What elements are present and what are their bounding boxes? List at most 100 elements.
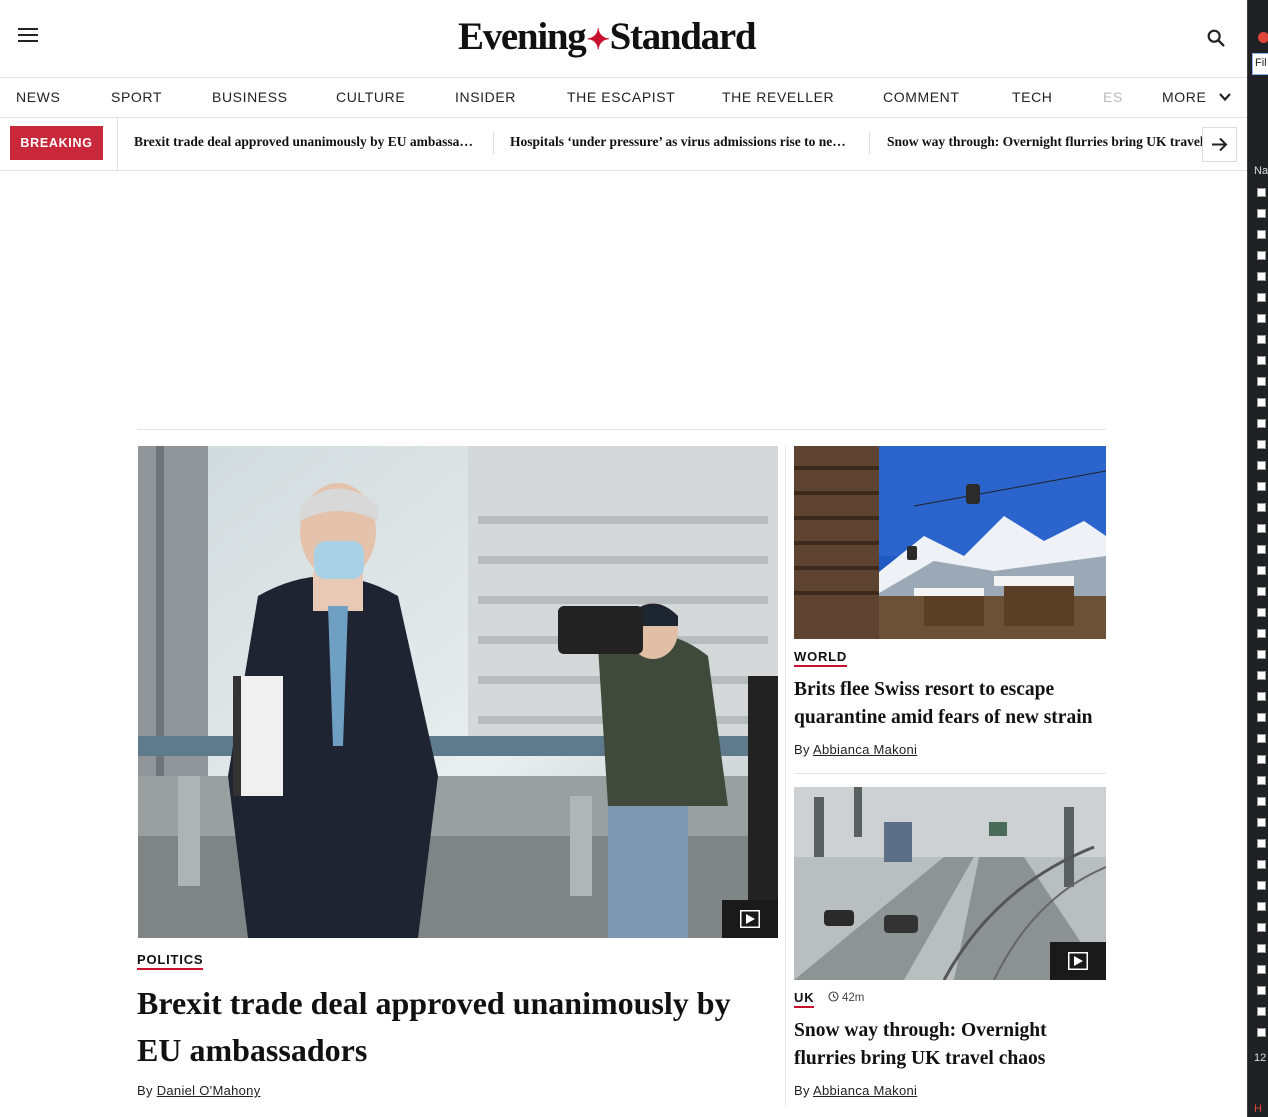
request-row[interactable] bbox=[1257, 713, 1266, 722]
section-nav: NEWS SPORT BUSINESS CULTURE INSIDER THE … bbox=[0, 78, 1247, 118]
nav-item-culture[interactable]: CULTURE bbox=[336, 89, 405, 105]
side-story-byline: By Abbianca Makoni bbox=[794, 1083, 917, 1098]
ticker-item[interactable]: Snow way through: Overnight flurries bri… bbox=[887, 134, 1202, 150]
nav-more-button[interactable]: MORE bbox=[1162, 89, 1206, 105]
nav-item-the-escapist[interactable]: THE ESCAPIST bbox=[567, 89, 675, 105]
video-play-icon[interactable] bbox=[722, 900, 778, 938]
search-icon[interactable] bbox=[1205, 27, 1227, 49]
side-story-section-label[interactable]: UK bbox=[794, 990, 815, 1008]
request-row[interactable] bbox=[1257, 797, 1266, 806]
request-row[interactable] bbox=[1257, 839, 1266, 848]
request-row[interactable] bbox=[1257, 734, 1266, 743]
request-row[interactable] bbox=[1257, 503, 1266, 512]
site-logo[interactable]: Evening✦Standard bbox=[458, 14, 757, 59]
request-row[interactable] bbox=[1257, 356, 1266, 365]
request-row[interactable] bbox=[1257, 188, 1266, 197]
request-row[interactable] bbox=[1257, 881, 1266, 890]
request-row[interactable] bbox=[1257, 692, 1266, 701]
request-row[interactable] bbox=[1257, 461, 1266, 470]
author-link[interactable]: Abbianca Makoni bbox=[813, 1083, 917, 1098]
ticker-divider bbox=[869, 132, 870, 154]
request-row[interactable] bbox=[1257, 209, 1266, 218]
nav-item-news[interactable]: NEWS bbox=[16, 89, 60, 105]
author-link[interactable]: Daniel O'Mahony bbox=[157, 1083, 261, 1098]
record-icon[interactable] bbox=[1258, 32, 1268, 43]
request-row[interactable] bbox=[1257, 608, 1266, 617]
video-play-icon[interactable] bbox=[1050, 942, 1106, 980]
ticker-divider bbox=[493, 132, 494, 154]
request-row[interactable] bbox=[1257, 671, 1266, 680]
side-story-headline[interactable]: Snow way through: Overnight flurries bri… bbox=[794, 1017, 1106, 1073]
side-story-section-label[interactable]: WORLD bbox=[794, 649, 848, 667]
request-row[interactable] bbox=[1257, 314, 1266, 323]
side-story-image[interactable] bbox=[794, 446, 1106, 639]
timestamp: 42m bbox=[828, 991, 864, 1004]
devtools-name-column: Na bbox=[1254, 165, 1268, 177]
request-row[interactable] bbox=[1257, 944, 1266, 953]
lead-story-image[interactable] bbox=[138, 446, 778, 938]
request-row[interactable] bbox=[1257, 251, 1266, 260]
request-row[interactable] bbox=[1257, 335, 1266, 344]
request-row[interactable] bbox=[1257, 986, 1266, 995]
request-row[interactable] bbox=[1257, 1007, 1266, 1016]
request-row[interactable] bbox=[1257, 650, 1266, 659]
lead-byline: By Daniel O'Mahony bbox=[137, 1083, 261, 1098]
request-row[interactable] bbox=[1257, 398, 1266, 407]
request-row[interactable] bbox=[1257, 587, 1266, 596]
request-row[interactable] bbox=[1257, 566, 1266, 575]
logo-text-left: Evening bbox=[458, 15, 587, 58]
logo-eros-icon: ✦ bbox=[586, 25, 609, 56]
chevron-down-icon[interactable] bbox=[1218, 90, 1232, 104]
story-divider bbox=[794, 773, 1106, 774]
side-story-byline: By Abbianca Makoni bbox=[794, 742, 917, 757]
breaking-badge: BREAKING bbox=[10, 126, 103, 160]
nav-item-es[interactable]: ES bbox=[1103, 89, 1123, 105]
lead-headline[interactable]: Brexit trade deal approved unanimously b… bbox=[137, 980, 777, 1074]
filter-text: Fil bbox=[1255, 57, 1267, 69]
ticker-item[interactable]: Brexit trade deal approved unanimously b… bbox=[134, 134, 477, 150]
request-row[interactable] bbox=[1257, 629, 1266, 638]
request-row[interactable] bbox=[1257, 902, 1266, 911]
nav-item-sport[interactable]: SPORT bbox=[111, 89, 162, 105]
nav-item-comment[interactable]: COMMENT bbox=[883, 89, 960, 105]
byline-prefix: By bbox=[794, 1083, 810, 1098]
request-row[interactable] bbox=[1257, 965, 1266, 974]
time-ago: 42m bbox=[842, 992, 865, 1004]
request-row[interactable] bbox=[1257, 482, 1266, 491]
request-row[interactable] bbox=[1257, 440, 1266, 449]
side-story-headline[interactable]: Brits flee Swiss resort to escape quaran… bbox=[794, 676, 1106, 732]
site-header: Evening✦Standard bbox=[0, 0, 1247, 78]
nav-item-tech[interactable]: TECH bbox=[1012, 89, 1053, 105]
request-row[interactable] bbox=[1257, 860, 1266, 869]
clock-icon bbox=[828, 991, 839, 1002]
request-row[interactable] bbox=[1257, 545, 1266, 554]
request-row[interactable] bbox=[1257, 293, 1266, 302]
arrow-right-icon bbox=[1212, 137, 1228, 152]
request-row[interactable] bbox=[1257, 272, 1266, 281]
ticker-next-button[interactable] bbox=[1202, 127, 1237, 162]
request-row[interactable] bbox=[1257, 230, 1266, 239]
menu-icon[interactable] bbox=[18, 28, 38, 44]
breaking-divider bbox=[117, 118, 118, 171]
nav-item-business[interactable]: BUSINESS bbox=[212, 89, 288, 105]
ticker-item[interactable]: Hospitals ‘under pressure’ as virus admi… bbox=[510, 134, 853, 150]
request-row[interactable] bbox=[1257, 377, 1266, 386]
devtools-bottom-tab[interactable]: H bbox=[1254, 1103, 1262, 1115]
lead-section-label[interactable]: POLITICS bbox=[137, 952, 204, 970]
request-row[interactable] bbox=[1257, 923, 1266, 932]
request-row[interactable] bbox=[1257, 1028, 1266, 1037]
request-row[interactable] bbox=[1257, 524, 1266, 533]
column-divider bbox=[785, 446, 786, 1106]
request-row[interactable] bbox=[1257, 776, 1266, 785]
ad-slot-divider bbox=[137, 429, 1106, 430]
request-row[interactable] bbox=[1257, 419, 1266, 428]
devtools-request-count: 12 bbox=[1254, 1052, 1267, 1064]
logo-text-right: Standard bbox=[609, 15, 757, 58]
author-link[interactable]: Abbianca Makoni bbox=[813, 742, 917, 757]
byline-prefix: By bbox=[794, 742, 810, 757]
devtools-filter-input[interactable]: Fil bbox=[1252, 53, 1268, 75]
nav-item-insider[interactable]: INSIDER bbox=[455, 89, 516, 105]
request-row[interactable] bbox=[1257, 818, 1266, 827]
nav-item-the-reveller[interactable]: THE REVELLER bbox=[722, 89, 834, 105]
request-row[interactable] bbox=[1257, 755, 1266, 764]
